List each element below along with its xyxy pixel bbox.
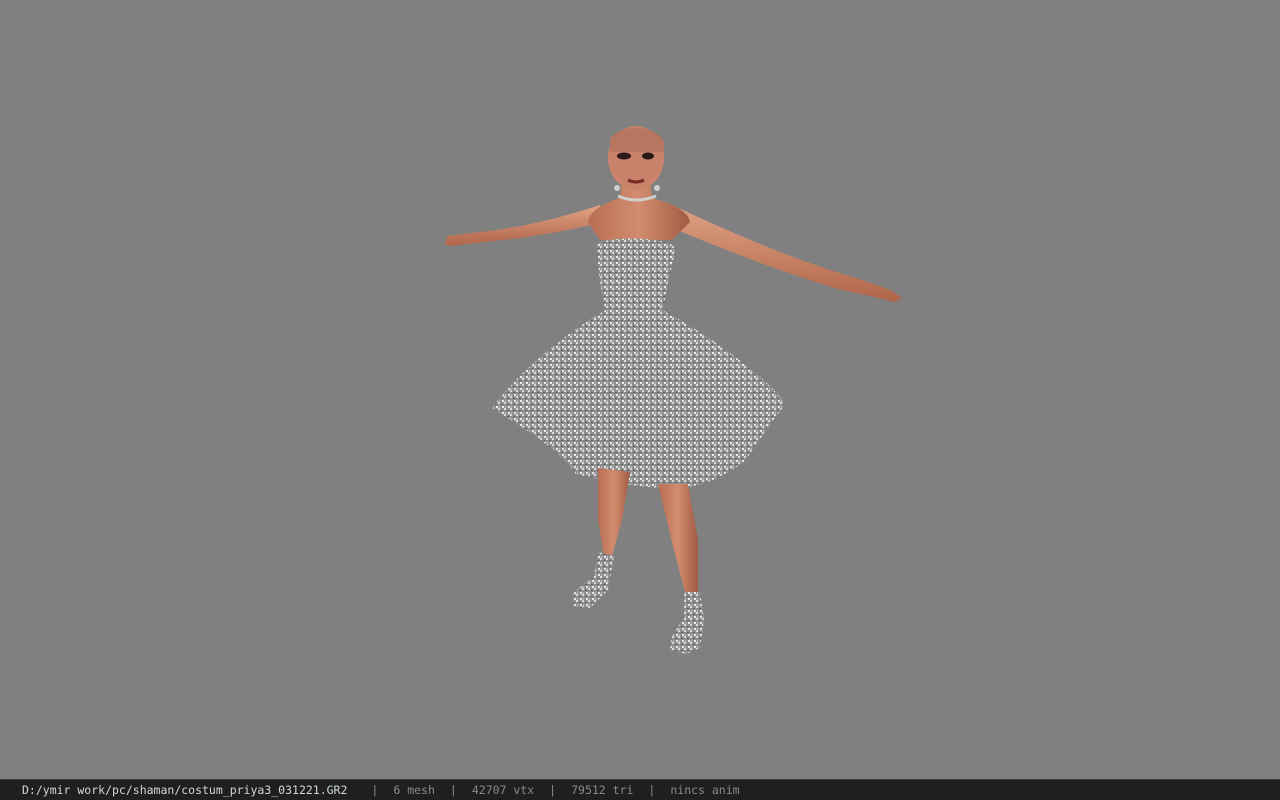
separator: |	[371, 783, 379, 797]
status-bar: D:/ymir work/pc/shaman/costum_priya3_031…	[0, 779, 1280, 800]
triangle-count: 79512 tri	[571, 783, 634, 797]
character-model	[444, 126, 902, 654]
3d-viewport[interactable]	[0, 0, 1280, 779]
separator: |	[648, 783, 656, 797]
left-shoe	[572, 552, 614, 608]
dress-bodice	[596, 238, 676, 316]
right-arm	[668, 205, 902, 302]
left-arm	[444, 205, 603, 246]
separator: |	[449, 783, 457, 797]
mesh-count: 6 mesh	[393, 783, 435, 797]
left-leg	[598, 468, 630, 556]
file-path: D:/ymir work/pc/shaman/costum_priya3_031…	[22, 783, 348, 797]
right-shoe	[670, 592, 704, 654]
vertex-count: 42707 vtx	[471, 783, 535, 797]
right-leg	[658, 484, 698, 596]
animation-status: nincs anim	[670, 783, 740, 797]
separator: |	[549, 783, 557, 797]
dress-skirt	[492, 310, 786, 489]
